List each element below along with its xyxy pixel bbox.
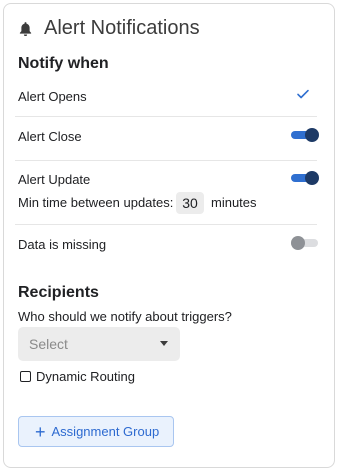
toggle-knob [305,128,319,142]
divider [15,116,317,117]
alert-update-toggle[interactable] [290,170,320,186]
panel-title: Alert Notifications [44,17,200,39]
divider [15,224,317,225]
alert-opens-label: Alert Opens [18,89,87,104]
recipients-question: Who should we notify about triggers? [18,309,232,324]
toggle-knob [305,171,319,185]
alert-opens-check-icon[interactable] [296,87,310,101]
add-assignment-group-label: Assignment Group [51,424,160,439]
bell-icon [19,21,32,36]
caret-down-icon [160,341,168,346]
recipients-select[interactable]: Select [18,327,180,361]
plus-icon: + [35,421,46,442]
notify-when-heading: Notify when [18,55,109,72]
alert-close-toggle[interactable] [290,127,320,143]
panel-header: Alert Notifications [16,17,200,40]
dynamic-routing-label: Dynamic Routing [36,369,135,384]
add-assignment-group-button[interactable]: + Assignment Group [18,416,174,447]
data-missing-toggle[interactable] [290,235,320,251]
data-missing-label: Data is missing [18,237,107,252]
alert-close-label: Alert Close [18,129,82,144]
divider [15,160,317,161]
recipients-heading: Recipients [18,284,99,301]
min-time-unit: minutes [211,195,257,210]
min-time-label: Min time between updates: [18,195,174,210]
alert-update-label: Alert Update [18,172,91,187]
dynamic-routing-checkbox[interactable] [20,371,31,382]
min-time-input[interactable]: 30 [176,192,204,214]
toggle-knob [291,236,305,250]
select-placeholder: Select [29,336,68,352]
